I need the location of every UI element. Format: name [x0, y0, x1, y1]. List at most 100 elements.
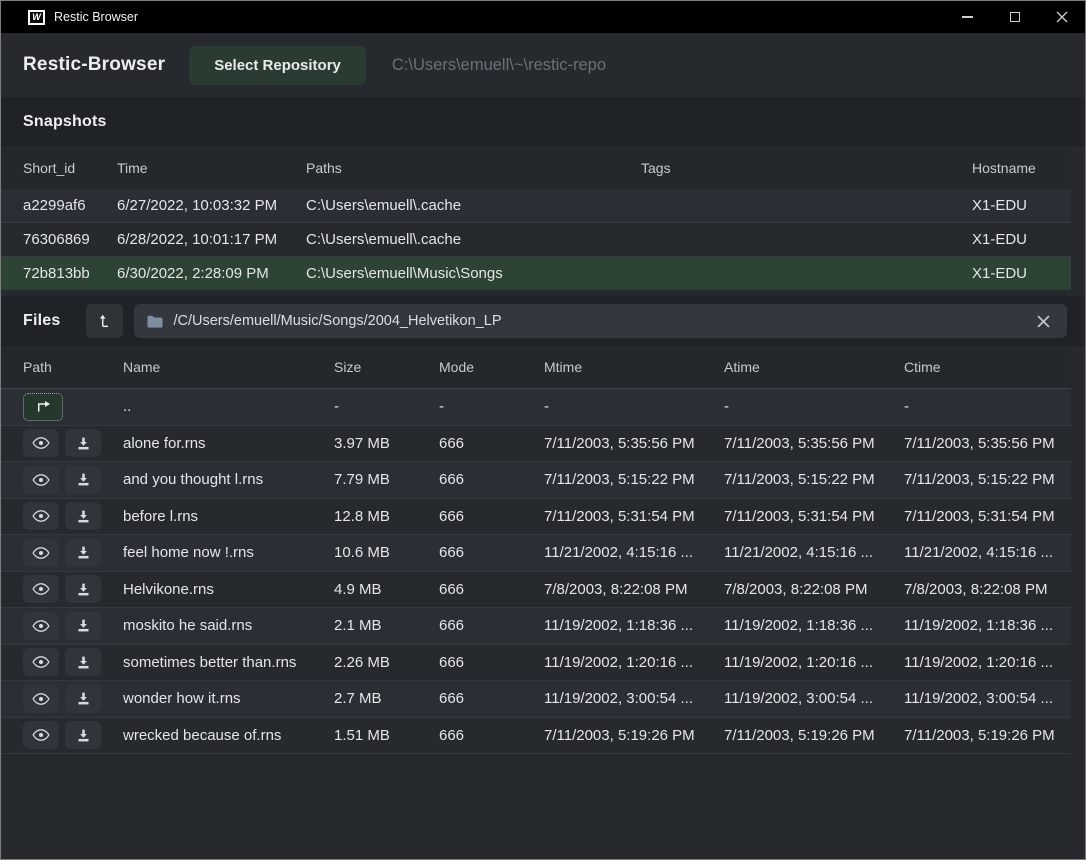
minimize-button[interactable]: [944, 1, 991, 33]
file-ctime: 7/11/2003, 5:35:56 PM: [904, 435, 1071, 452]
file-size: 10.6 MB: [334, 544, 439, 561]
file-mtime: 7/11/2003, 5:31:54 PM: [544, 508, 724, 525]
file-size: 2.7 MB: [334, 690, 439, 707]
snapshot-row[interactable]: 76306869 6/28/2022, 10:01:17 PM C:\Users…: [1, 223, 1071, 257]
file-atime: 11/19/2002, 1:20:16 ...: [724, 654, 904, 671]
download-file-button[interactable]: [65, 429, 101, 457]
download-file-button[interactable]: [65, 466, 101, 494]
file-size: 2.26 MB: [334, 654, 439, 671]
download-file-button[interactable]: [65, 721, 101, 749]
preview-file-button[interactable]: [23, 539, 59, 567]
level-up-button[interactable]: [86, 304, 123, 338]
column-header-size: Size: [334, 359, 439, 375]
file-mode: 666: [439, 508, 544, 525]
snapshots-title: Snapshots: [23, 113, 107, 131]
eye-icon: [32, 473, 50, 487]
minimize-icon: [962, 16, 973, 17]
file-mode: 666: [439, 727, 544, 744]
select-repository-button[interactable]: Select Repository: [189, 46, 366, 85]
snapshot-hostname: X1-EDU: [972, 265, 1071, 282]
file-mode: 666: [439, 471, 544, 488]
file-mode: 666: [439, 617, 544, 634]
current-path-value: /C/Users/emuell/Music/Songs/2004_Helveti…: [173, 313, 1022, 329]
download-icon: [76, 691, 91, 706]
app-header: Restic-Browser Select Repository C:\User…: [1, 33, 1085, 97]
file-atime: 7/11/2003, 5:31:54 PM: [724, 508, 904, 525]
file-mode: 666: [439, 581, 544, 598]
current-path-input[interactable]: /C/Users/emuell/Music/Songs/2004_Helveti…: [134, 304, 1067, 338]
file-name: alone for.rns: [123, 435, 334, 452]
close-icon: [1056, 11, 1068, 23]
snapshot-row[interactable]: 72b813bb 6/30/2022, 2:28:09 PM C:\Users\…: [1, 257, 1071, 291]
download-file-button[interactable]: [65, 612, 101, 640]
file-name: Helvikone.rns: [123, 581, 334, 598]
maximize-button[interactable]: [991, 1, 1038, 33]
download-icon: [76, 509, 91, 524]
file-mtime: 11/19/2002, 1:20:16 ...: [544, 654, 724, 671]
download-icon: [76, 582, 91, 597]
eye-icon: [32, 692, 50, 706]
snapshot-time: 6/30/2022, 2:28:09 PM: [117, 265, 306, 282]
preview-file-button[interactable]: [23, 502, 59, 530]
file-mtime: 11/19/2002, 1:18:36 ...: [544, 617, 724, 634]
window-title: Restic Browser: [54, 10, 138, 24]
file-size: 4.9 MB: [334, 581, 439, 598]
download-file-button[interactable]: [65, 685, 101, 713]
preview-file-button[interactable]: [23, 466, 59, 494]
maximize-icon: [1010, 12, 1020, 22]
file-size: 7.79 MB: [334, 471, 439, 488]
snapshot-row[interactable]: a2299af6 6/27/2022, 10:03:32 PM C:\Users…: [1, 189, 1071, 223]
file-mtime: 7/11/2003, 5:19:26 PM: [544, 727, 724, 744]
wails-logo-icon: W: [28, 10, 45, 25]
up-right-arrow-icon: [35, 400, 51, 413]
file-atime: 7/8/2003, 8:22:08 PM: [724, 581, 904, 598]
file-ctime: 11/21/2002, 4:15:16 ...: [904, 544, 1071, 561]
preview-file-button[interactable]: [23, 648, 59, 676]
file-atime: 7/11/2003, 5:19:26 PM: [724, 727, 904, 744]
column-header-hostname: Hostname: [972, 160, 1071, 176]
preview-file-button[interactable]: [23, 612, 59, 640]
download-file-button[interactable]: [65, 648, 101, 676]
file-ctime: 7/11/2003, 5:19:26 PM: [904, 727, 1071, 744]
parent-dir-button[interactable]: [23, 393, 63, 421]
download-file-button[interactable]: [65, 575, 101, 603]
file-mtime: 7/8/2003, 8:22:08 PM: [544, 581, 724, 598]
file-mode: -: [439, 398, 544, 415]
snapshots-table-body: a2299af6 6/27/2022, 10:03:32 PM C:\Users…: [1, 189, 1085, 291]
snapshots-section-header: Snapshots: [1, 97, 1085, 146]
download-file-button[interactable]: [65, 502, 101, 530]
close-button[interactable]: [1038, 1, 1085, 33]
file-mtime: 11/21/2002, 4:15:16 ...: [544, 544, 724, 561]
file-name: wrecked because of.rns: [123, 727, 334, 744]
file-mode: 666: [439, 690, 544, 707]
snapshot-hostname: X1-EDU: [972, 197, 1071, 214]
file-mode: 666: [439, 654, 544, 671]
eye-icon: [32, 655, 50, 669]
file-row: sometimes better than.rns 2.26 MB 666 11…: [1, 645, 1071, 682]
column-header-ctime: Ctime: [904, 359, 1071, 375]
eye-icon: [32, 436, 50, 450]
column-header-path: Path: [23, 359, 123, 375]
page-title: Restic-Browser: [23, 54, 165, 76]
snapshots-table-header: Short_id Time Paths Tags Hostname: [1, 146, 1071, 189]
snapshot-paths: C:\Users\emuell\Music\Songs: [306, 265, 641, 282]
clear-path-button[interactable]: [1032, 310, 1054, 332]
download-file-button[interactable]: [65, 539, 101, 567]
files-table: Path Name Size Mode Mtime Atime Ctime ..…: [1, 346, 1085, 754]
snapshot-short-id: 72b813bb: [23, 265, 117, 282]
column-header-tags: Tags: [641, 160, 972, 176]
eye-icon: [32, 546, 50, 560]
preview-file-button[interactable]: [23, 429, 59, 457]
file-ctime: 11/19/2002, 1:18:36 ...: [904, 617, 1071, 634]
preview-file-button[interactable]: [23, 685, 59, 713]
file-name: before l.rns: [123, 508, 334, 525]
eye-icon: [32, 582, 50, 596]
preview-file-button[interactable]: [23, 575, 59, 603]
download-icon: [76, 545, 91, 560]
file-size: 12.8 MB: [334, 508, 439, 525]
file-name: wonder how it.rns: [123, 690, 334, 707]
files-title: Files: [23, 312, 60, 330]
file-mtime: 7/11/2003, 5:15:22 PM: [544, 471, 724, 488]
file-atime: 7/11/2003, 5:35:56 PM: [724, 435, 904, 452]
preview-file-button[interactable]: [23, 721, 59, 749]
